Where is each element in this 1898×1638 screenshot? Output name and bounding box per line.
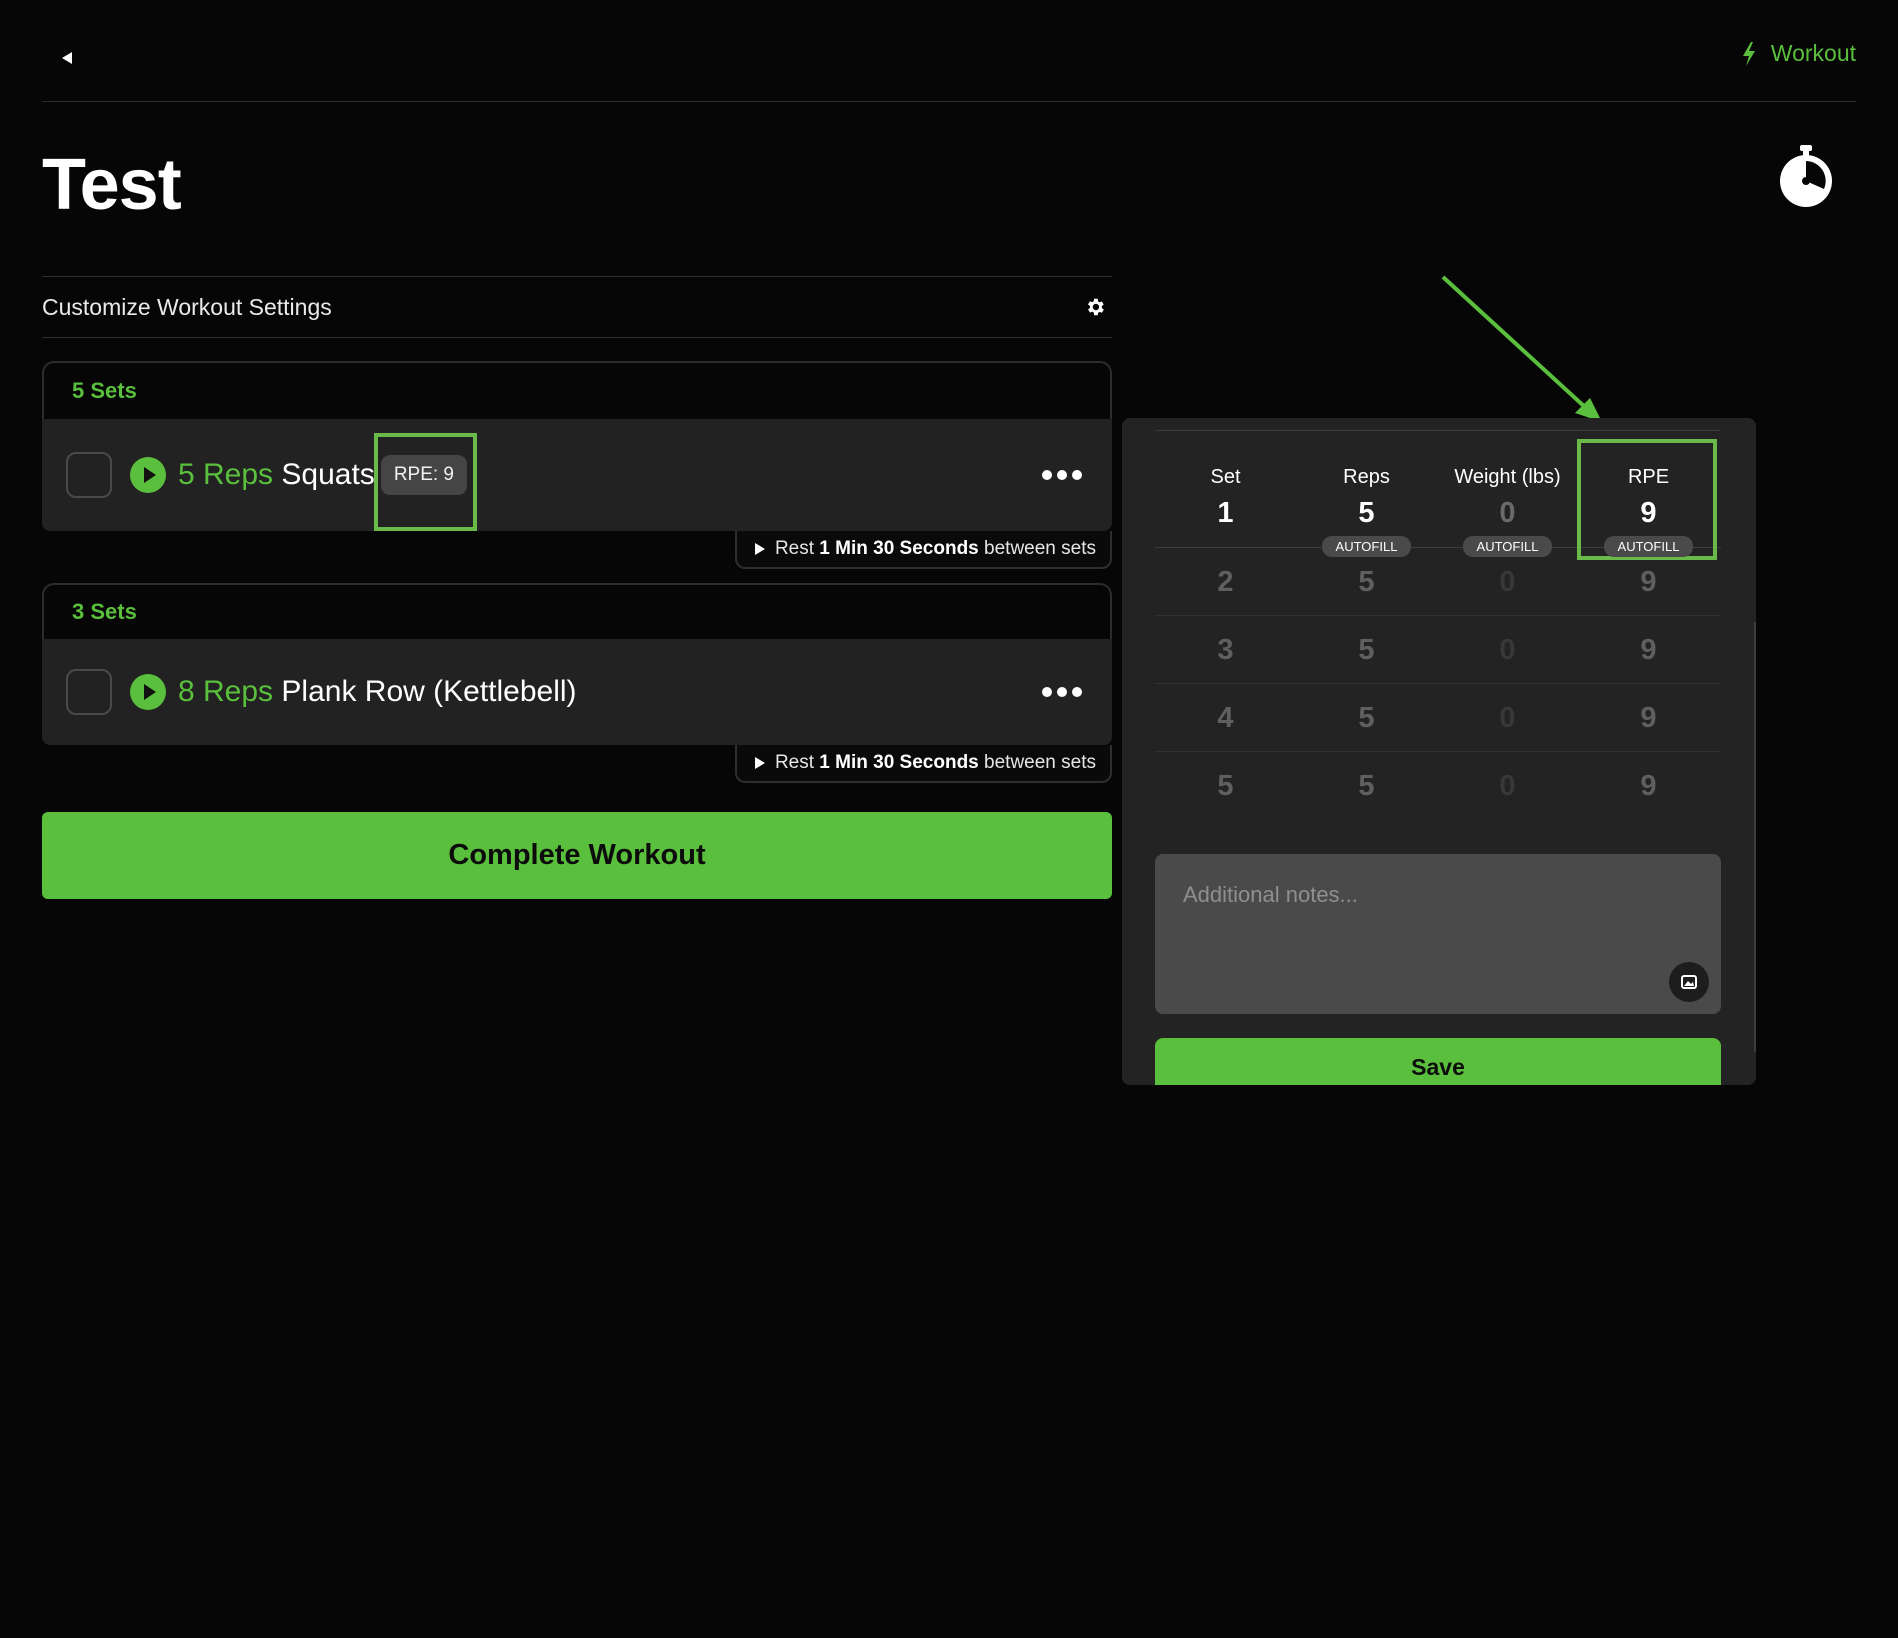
play-icon[interactable]: [130, 674, 166, 710]
rpe-chip: RPE: 9: [373, 433, 477, 531]
first-set-weight[interactable]: 0: [1437, 497, 1578, 530]
image-icon[interactable]: [1669, 962, 1709, 1002]
panel-scrollbar[interactable]: [1754, 622, 1756, 1052]
workout-link[interactable]: Workout: [1741, 40, 1856, 67]
rpe-chip-label: RPE: 9: [393, 464, 455, 485]
sets-count: 3 Sets: [42, 583, 1112, 639]
col-reps: Reps 5 AUTOFILL: [1296, 466, 1437, 557]
more-options-icon[interactable]: [1042, 687, 1082, 697]
set-reps[interactable]: 5: [1296, 684, 1437, 752]
set-weight[interactable]: 0: [1437, 616, 1578, 684]
save-button[interactable]: Save: [1155, 1038, 1721, 1085]
header-rpe: RPE: [1627, 466, 1670, 488]
autofill-reps-button[interactable]: AUTOFILL: [1321, 536, 1412, 557]
sets-count: 5 Sets: [42, 361, 1112, 419]
set-rpe[interactable]: 9: [1578, 616, 1719, 684]
exercise-block-squats: 5 Sets 5 Reps Squats RPE: 9 Rest 1 Min 3…: [42, 361, 1112, 569]
more-options-icon[interactable]: [1042, 470, 1082, 480]
set-weight[interactable]: 0: [1437, 752, 1578, 820]
panel-divider: [1155, 430, 1721, 431]
expand-triangle-icon: [754, 757, 765, 769]
first-set-rpe[interactable]: 9: [1578, 497, 1719, 530]
set-number: 4: [1217, 701, 1234, 734]
set-weight[interactable]: 0: [1437, 548, 1578, 616]
set-rpe[interactable]: 9: [1578, 684, 1719, 752]
col-weight: Weight (lbs) 0 AUTOFILL: [1437, 466, 1578, 557]
autofill-weight-button[interactable]: AUTOFILL: [1462, 536, 1553, 557]
set-reps[interactable]: 5: [1296, 616, 1437, 684]
stopwatch-icon[interactable]: [1778, 145, 1834, 209]
lightning-bolt-icon: [1741, 41, 1757, 66]
set-reps[interactable]: 5: [1296, 752, 1437, 820]
exercise-title: 8 Reps Plank Row (Kettlebell): [178, 675, 577, 709]
top-bar: Workout: [42, 0, 1856, 102]
exercise-row[interactable]: 5 Reps Squats RPE: 9: [42, 419, 1112, 531]
expand-triangle-icon: [754, 543, 765, 555]
set-detail-panel: Set 1 Reps 5 AUTOFILL Weight (lbs) 0 AUT…: [1122, 418, 1756, 1085]
set-row: 5 5 0 9: [1155, 752, 1721, 820]
exercise-checkbox[interactable]: [66, 669, 112, 715]
settings-label: Customize Workout Settings: [42, 293, 332, 320]
rest-text: Rest 1 Min 30 Seconds between sets: [774, 538, 1096, 559]
notes-field: [1155, 854, 1721, 1014]
col-rpe: RPE 9 AUTOFILL: [1578, 466, 1719, 557]
set-rpe[interactable]: 9: [1578, 548, 1719, 616]
set-rpe[interactable]: 9: [1578, 752, 1719, 820]
exercise-name: Plank Row (Kettlebell): [281, 675, 577, 708]
exercise-row[interactable]: 8 Reps Plank Row (Kettlebell): [42, 639, 1112, 745]
gear-icon[interactable]: [1084, 296, 1106, 318]
rest-timer-toggle[interactable]: Rest 1 Min 30 Seconds between sets: [734, 745, 1112, 783]
col-set: Set 1: [1155, 466, 1296, 530]
set-weight[interactable]: 0: [1437, 684, 1578, 752]
header-reps: Reps: [1343, 466, 1390, 488]
autofill-rpe-button[interactable]: AUTOFILL: [1603, 536, 1694, 557]
back-arrow-icon[interactable]: [56, 46, 80, 70]
customize-workout-settings[interactable]: Customize Workout Settings: [42, 276, 1112, 338]
header-set: Set: [1210, 466, 1241, 488]
set-reps[interactable]: 5: [1296, 548, 1437, 616]
set-row: 3 5 0 9: [1155, 616, 1721, 684]
first-set-number: 1: [1217, 497, 1234, 529]
first-set-reps[interactable]: 5: [1296, 497, 1437, 530]
notes-input[interactable]: [1155, 854, 1721, 1014]
exercise-block-plank-row: 3 Sets 8 Reps Plank Row (Kettlebell) Res…: [42, 583, 1112, 783]
exercise-checkbox[interactable]: [66, 452, 112, 498]
header-weight: Weight (lbs): [1454, 466, 1561, 488]
set-row: 2 5 0 9: [1155, 548, 1721, 616]
set-number: 5: [1217, 769, 1234, 802]
set-number: 3: [1217, 633, 1234, 666]
reps-label: 8 Reps: [178, 675, 274, 708]
exercise-title: 5 Reps Squats: [178, 458, 375, 492]
rest-timer-toggle[interactable]: Rest 1 Min 30 Seconds between sets: [734, 531, 1112, 569]
rest-text: Rest 1 Min 30 Seconds between sets: [774, 752, 1096, 773]
complete-workout-button[interactable]: Complete Workout: [42, 812, 1112, 899]
page-title: Test: [42, 145, 182, 225]
play-icon[interactable]: [130, 457, 166, 493]
set-row: 4 5 0 9: [1155, 684, 1721, 752]
reps-label: 5 Reps: [178, 458, 274, 491]
set-number: 2: [1217, 565, 1234, 598]
exercise-name: Squats: [281, 458, 375, 491]
workout-link-label: Workout: [1770, 40, 1856, 66]
